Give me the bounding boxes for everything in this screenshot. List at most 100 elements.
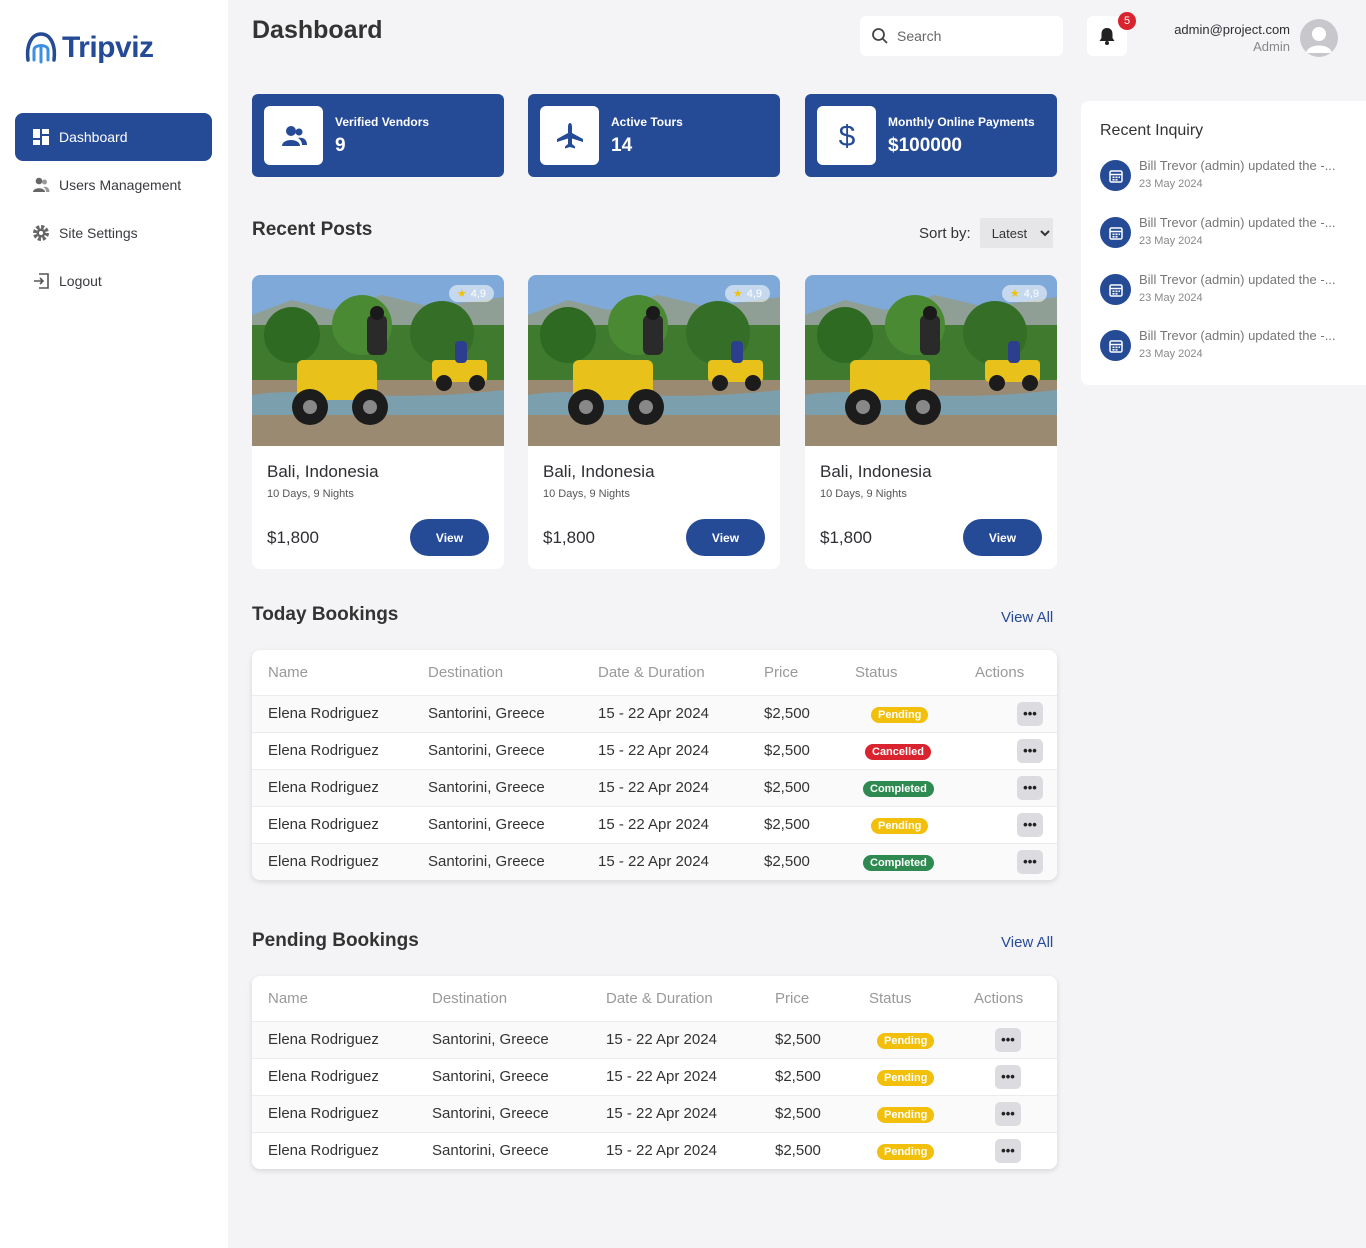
pending-bookings-table: Name Destination Date & Duration Price S… xyxy=(252,976,1057,1169)
cell-price: $2,500 xyxy=(764,694,855,732)
stat-card-active-tours[interactable]: Active Tours 14 xyxy=(528,94,780,177)
status-badge: Completed xyxy=(863,854,934,871)
logo-icon xyxy=(25,32,57,64)
sidebar-item-logout[interactable]: Logout xyxy=(15,257,212,305)
sort-control: Sort by: Latest xyxy=(919,218,1053,248)
post-card[interactable]: ★ 4,9 Bali, Indonesia 10 Days, 9 Nights $… xyxy=(252,275,504,569)
more-actions-button[interactable]: ••• xyxy=(1017,812,1043,837)
cell-name: Elena Rodriguez xyxy=(252,1094,432,1132)
inquiry-text: Bill Trevor (admin) updated the -... xyxy=(1139,158,1336,173)
rating-badge: ★ 4,9 xyxy=(724,285,770,302)
post-price: $1,800 xyxy=(543,528,595,547)
stat-card-verified-vendors[interactable]: Verified Vendors 9 xyxy=(252,94,504,177)
column-header-date: Date & Duration xyxy=(598,663,705,681)
more-actions-button[interactable]: ••• xyxy=(1017,775,1043,800)
post-title: Bali, Indonesia xyxy=(267,462,379,481)
sidebar-nav: Dashboard Users Management Site Settings… xyxy=(15,113,212,305)
rating-value: 4,9 xyxy=(470,287,486,300)
calendar-icon xyxy=(1100,160,1131,191)
sidebar-item-label: Users Management xyxy=(59,177,182,193)
calendar-icon xyxy=(1100,330,1131,361)
more-actions-button[interactable]: ••• xyxy=(1017,701,1043,726)
stat-card-monthly-payments[interactable]: $ Monthly Online Payments $100000 xyxy=(805,94,1057,177)
cell-date: 15 - 22 Apr 2024 xyxy=(598,731,764,769)
more-actions-button[interactable]: ••• xyxy=(1017,738,1043,763)
cell-status: Cancelled xyxy=(855,731,975,769)
user-info[interactable]: admin@project.com Admin xyxy=(1174,22,1290,54)
cell-name: Elena Rodriguez xyxy=(252,842,428,880)
calendar-icon xyxy=(1100,217,1131,248)
column-header-name: Name xyxy=(268,663,309,681)
today-bookings-view-all-link[interactable]: View All xyxy=(1001,609,1053,626)
logo-text: Tripviz xyxy=(62,31,154,64)
view-button[interactable]: View xyxy=(686,519,765,556)
more-actions-button[interactable]: ••• xyxy=(995,1027,1021,1052)
column-header-price: Price xyxy=(764,663,799,681)
logo[interactable]: Tripviz xyxy=(24,30,154,66)
cell-destination: Santorini, Greece xyxy=(432,1020,606,1058)
cell-status: Pending xyxy=(869,1094,974,1132)
cell-actions: ••• xyxy=(974,1057,1057,1095)
avatar[interactable] xyxy=(1300,19,1338,57)
cell-actions: ••• xyxy=(974,1020,1057,1058)
stat-icon-box: $ xyxy=(817,106,876,165)
pending-bookings-view-all-link[interactable]: View All xyxy=(1001,934,1053,951)
sidebar-item-users-management[interactable]: Users Management xyxy=(15,161,212,209)
view-button[interactable]: View xyxy=(410,519,489,556)
more-actions-button[interactable]: ••• xyxy=(1017,849,1043,874)
today-bookings-title: Today Bookings xyxy=(252,604,399,625)
cell-destination: Santorini, Greece xyxy=(428,842,598,880)
status-badge: Cancelled xyxy=(865,743,931,760)
logout-icon xyxy=(34,273,49,289)
cell-date: 15 - 22 Apr 2024 xyxy=(606,1020,775,1058)
inquiry-text: Bill Trevor (admin) updated the -... xyxy=(1139,215,1336,230)
cell-actions: ••• xyxy=(975,768,1057,806)
cell-name: Elena Rodriguez xyxy=(252,768,428,806)
inquiry-item[interactable]: Bill Trevor (admin) updated the -... 23 … xyxy=(1100,272,1360,314)
stat-value: 14 xyxy=(611,134,633,156)
inquiry-text: Bill Trevor (admin) updated the -... xyxy=(1139,272,1336,287)
cell-status: Pending xyxy=(869,1020,974,1058)
search-input[interactable] xyxy=(897,28,1047,44)
sidebar-item-site-settings[interactable]: Site Settings xyxy=(15,209,212,257)
column-header-actions: Actions xyxy=(975,663,1025,681)
cell-actions: ••• xyxy=(975,805,1057,843)
post-duration: 10 Days, 9 Nights xyxy=(267,488,354,500)
cell-name: Elena Rodriguez xyxy=(252,1131,432,1169)
cell-date: 15 - 22 Apr 2024 xyxy=(598,805,764,843)
status-badge: Pending xyxy=(877,1069,935,1086)
inquiry-item[interactable]: Bill Trevor (admin) updated the -... 23 … xyxy=(1100,328,1360,370)
cell-destination: Santorini, Greece xyxy=(432,1131,606,1169)
rating-badge: ★ 4,9 xyxy=(448,285,494,302)
more-actions-button[interactable]: ••• xyxy=(995,1101,1021,1126)
cell-price: $2,500 xyxy=(764,842,855,880)
sidebar-item-dashboard[interactable]: Dashboard xyxy=(15,113,212,161)
cell-date: 15 - 22 Apr 2024 xyxy=(598,768,764,806)
status-badge: Completed xyxy=(863,780,934,797)
recent-inquiry-panel: Recent Inquiry Bill Trevor (admin) updat… xyxy=(1081,101,1366,385)
stat-icon-box xyxy=(264,106,323,165)
cell-actions: ••• xyxy=(975,731,1057,769)
inquiry-item[interactable]: Bill Trevor (admin) updated the -... 23 … xyxy=(1100,215,1360,257)
cell-status: Pending xyxy=(869,1057,974,1095)
sidebar-item-label: Logout xyxy=(59,273,102,289)
cell-name: Elena Rodriguez xyxy=(252,694,428,732)
sort-select[interactable]: Latest xyxy=(979,218,1053,248)
post-title: Bali, Indonesia xyxy=(543,462,655,481)
post-card[interactable]: ★ 4,9 Bali, Indonesia 10 Days, 9 Nights $… xyxy=(805,275,1057,569)
rating-value: 4,9 xyxy=(1023,287,1039,300)
bell-icon xyxy=(1099,28,1115,45)
cell-date: 15 - 22 Apr 2024 xyxy=(598,842,764,880)
more-actions-button[interactable]: ••• xyxy=(995,1064,1021,1089)
post-card[interactable]: ★ 4,9 Bali, Indonesia 10 Days, 9 Nights $… xyxy=(528,275,780,569)
table-row: Elena Rodriguez Santorini, Greece 15 - 2… xyxy=(252,694,1057,732)
inquiry-item[interactable]: Bill Trevor (admin) updated the -... 23 … xyxy=(1100,158,1360,200)
cell-actions: ••• xyxy=(975,842,1057,880)
cell-status: Completed xyxy=(855,768,975,806)
cell-status: Pending xyxy=(869,1131,974,1169)
search-box[interactable] xyxy=(860,16,1063,56)
table-row: Elena Rodriguez Santorini, Greece 15 - 2… xyxy=(252,1020,1057,1058)
view-button[interactable]: View xyxy=(963,519,1042,556)
more-actions-button[interactable]: ••• xyxy=(995,1138,1021,1163)
column-header-destination: Destination xyxy=(432,989,508,1007)
